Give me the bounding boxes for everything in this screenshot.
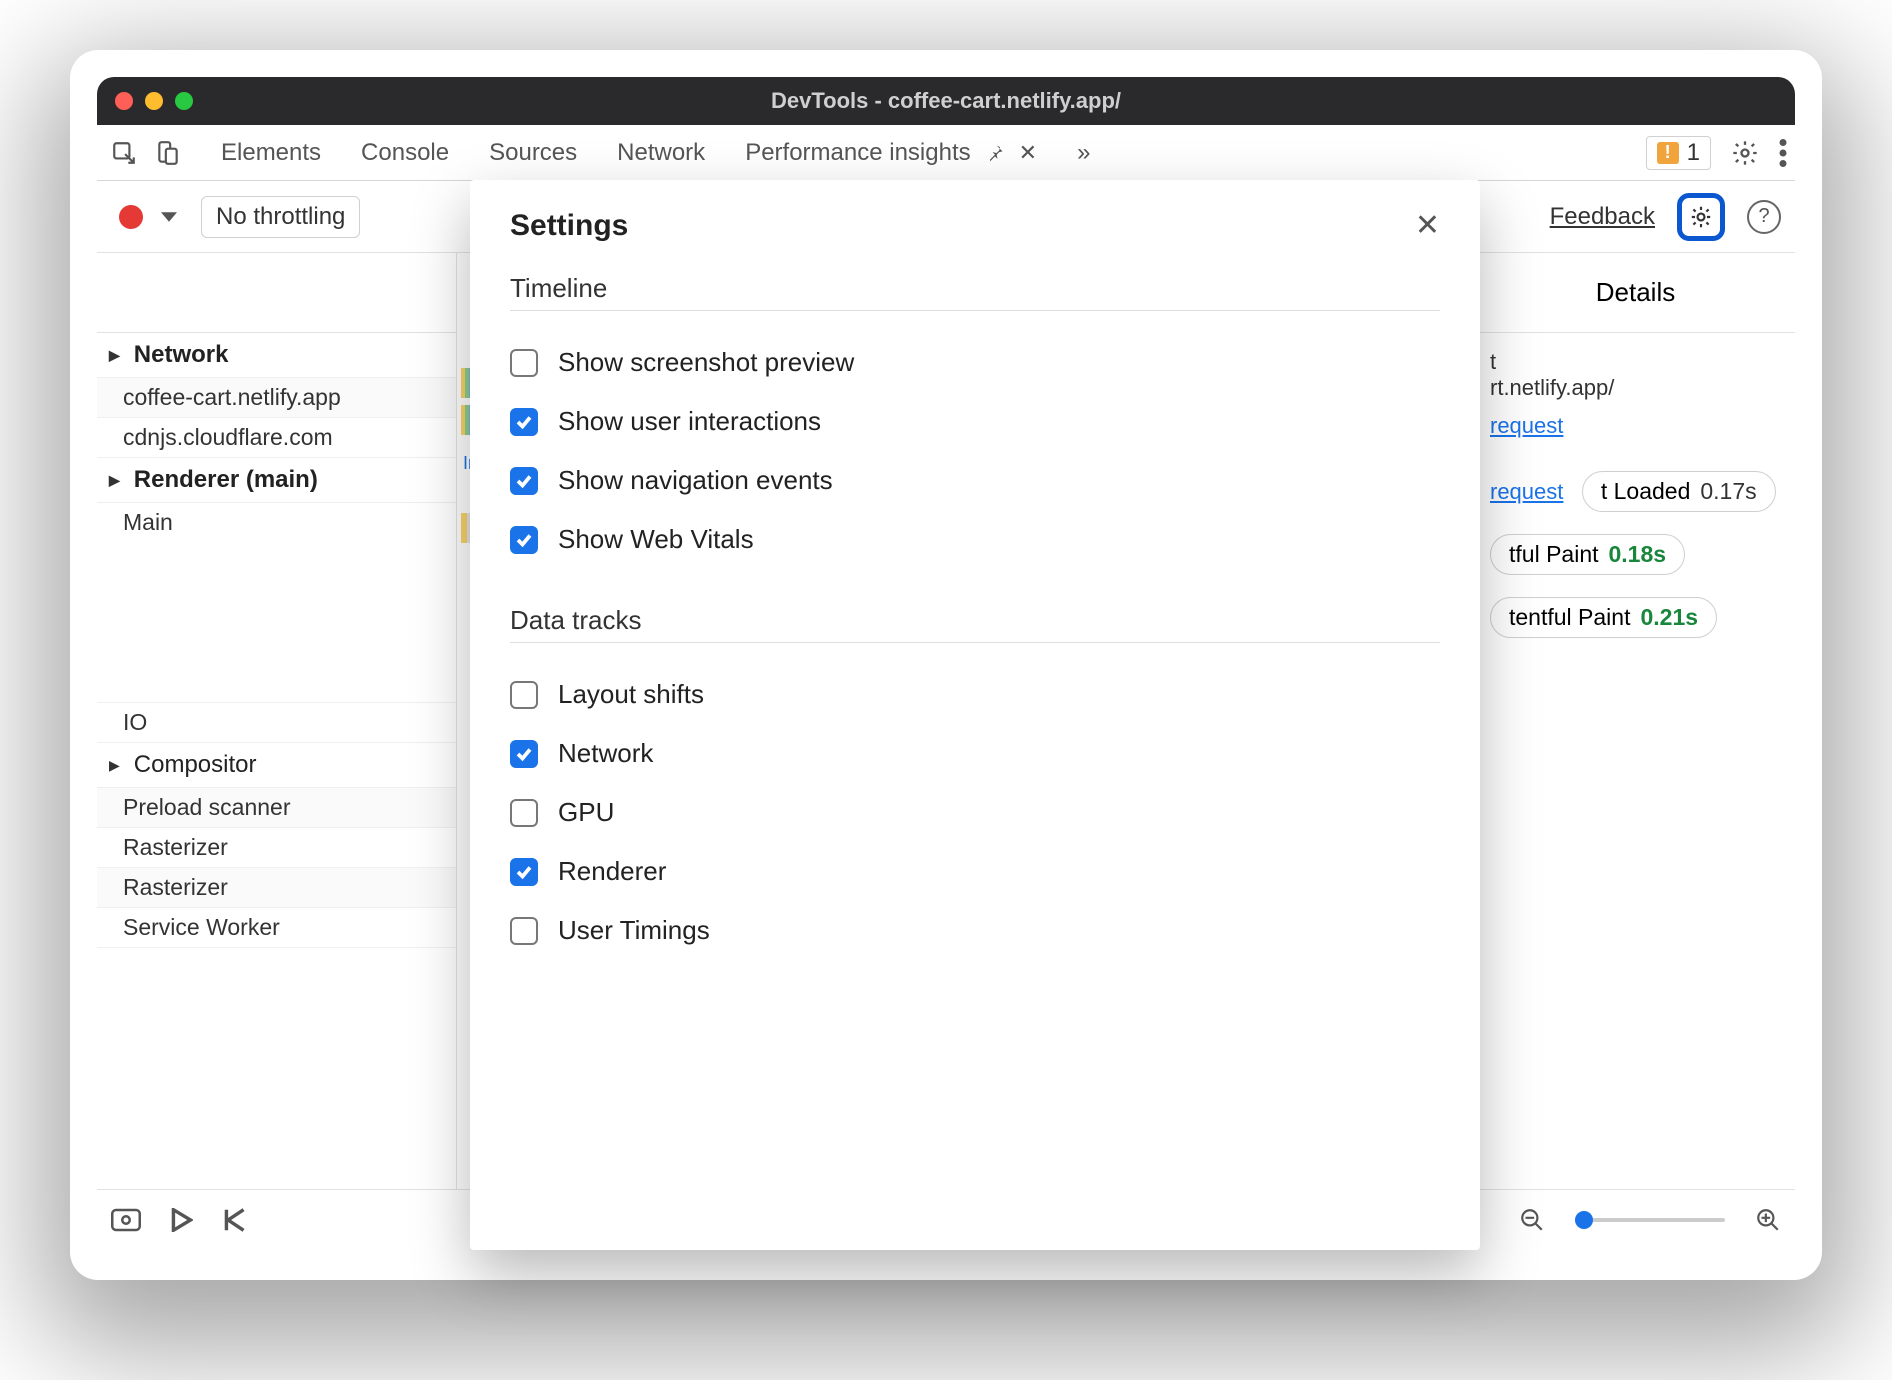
more-icon[interactable]	[1779, 139, 1787, 167]
setting-web-vitals[interactable]: Show Web Vitals	[510, 510, 1440, 569]
throttling-select[interactable]: No throttling	[201, 196, 360, 238]
divider	[510, 642, 1440, 643]
track-row-preload[interactable]: Preload scanner	[97, 788, 456, 828]
setting-nav-events[interactable]: Show navigation events	[510, 451, 1440, 510]
details-host-frag1: t	[1490, 349, 1496, 375]
record-button[interactable]	[119, 205, 143, 229]
settings-title: Settings	[510, 209, 628, 243]
setting-user-timings[interactable]: User Timings	[510, 901, 1440, 960]
checkbox-interactions[interactable]	[510, 408, 538, 436]
details-request-link-2[interactable]: request	[1490, 479, 1563, 505]
metric-pill-fp[interactable]: tful Paint 0.18s	[1490, 534, 1685, 575]
metric-pill-cp[interactable]: tentful Paint 0.21s	[1490, 597, 1717, 638]
tab-network[interactable]: Network	[617, 139, 705, 167]
devtools-settings-icon[interactable]	[1731, 139, 1759, 167]
feedback-link[interactable]: Feedback	[1550, 203, 1655, 231]
window-titlebar: DevTools - coffee-cart.netlify.app/	[97, 77, 1795, 125]
window-title: DevTools - coffee-cart.netlify.app/	[771, 88, 1121, 114]
warning-icon: !	[1657, 142, 1679, 164]
track-row-io[interactable]: IO	[97, 703, 456, 743]
setting-renderer[interactable]: Renderer	[510, 842, 1440, 901]
section-datatracks: Data tracks	[510, 605, 1440, 636]
track-renderer-header[interactable]: Renderer (main)	[97, 458, 456, 503]
track-row-compositor[interactable]: Compositor	[97, 743, 456, 788]
panel-settings-button[interactable]	[1677, 193, 1725, 241]
zoom-slider[interactable]	[1575, 1218, 1725, 1222]
checkbox-network[interactable]	[510, 740, 538, 768]
setting-layout-shifts[interactable]: Layout shifts	[510, 665, 1440, 724]
track-row-raster1[interactable]: Rasterizer	[97, 828, 456, 868]
track-row-raster2[interactable]: Rasterizer	[97, 868, 456, 908]
setting-screenshot-preview[interactable]: Show screenshot preview	[510, 333, 1440, 392]
help-button[interactable]: ?	[1747, 200, 1781, 234]
issues-badge[interactable]: ! 1	[1646, 136, 1711, 170]
minimize-window-button[interactable]	[145, 92, 163, 110]
maximize-window-button[interactable]	[175, 92, 193, 110]
track-row-host2[interactable]: cdnjs.cloudflare.com	[97, 418, 456, 458]
checkbox-nav[interactable]	[510, 467, 538, 495]
play-icon[interactable]	[171, 1208, 193, 1232]
checkbox-vitals[interactable]	[510, 526, 538, 554]
divider	[510, 310, 1440, 311]
settings-close-icon[interactable]: ✕	[1415, 208, 1440, 243]
details-host-frag2: rt.netlify.app/	[1490, 375, 1614, 401]
track-row-main[interactable]: Main	[97, 503, 456, 703]
device-toggle-icon[interactable]	[155, 140, 181, 166]
checkbox-layout[interactable]	[510, 681, 538, 709]
jump-start-icon[interactable]	[223, 1208, 247, 1232]
tab-console[interactable]: Console	[361, 139, 449, 167]
close-tab-icon[interactable]: ✕	[1019, 140, 1037, 166]
record-menu-caret[interactable]	[161, 209, 177, 225]
setting-gpu[interactable]: GPU	[510, 783, 1440, 842]
details-request-link-1[interactable]: request	[1490, 413, 1563, 439]
inspect-icon[interactable]	[111, 140, 137, 166]
screenshot-toggle-icon[interactable]	[111, 1208, 141, 1232]
details-header: Details	[1476, 253, 1795, 333]
window-controls	[115, 92, 193, 110]
metric-pill-loaded[interactable]: t Loaded 0.17s	[1582, 471, 1776, 512]
tab-elements[interactable]: Elements	[221, 139, 321, 167]
track-row-sw[interactable]: Service Worker	[97, 908, 456, 948]
zoom-out-icon[interactable]	[1519, 1207, 1545, 1233]
timeline-ruler	[97, 253, 456, 333]
checkbox-gpu[interactable]	[510, 799, 538, 827]
settings-panel: Settings ✕ Timeline Show screenshot prev…	[470, 180, 1480, 1250]
track-network-header[interactable]: Network	[97, 333, 456, 378]
tab-sources[interactable]: Sources	[489, 139, 577, 167]
track-labels: Network coffee-cart.netlify.app cdnjs.cl…	[97, 253, 457, 1189]
close-window-button[interactable]	[115, 92, 133, 110]
issues-count: 1	[1687, 139, 1700, 167]
pin-icon	[985, 143, 1005, 163]
checkbox-usertimings[interactable]	[510, 917, 538, 945]
checkbox-renderer[interactable]	[510, 858, 538, 886]
tab-performance-insights[interactable]: Performance insights ✕	[745, 139, 1037, 167]
section-timeline: Timeline	[510, 273, 1440, 304]
details-pane: Details t rt.netlify.app/ request reques…	[1475, 253, 1795, 1189]
zoom-slider-thumb[interactable]	[1575, 1211, 1593, 1229]
tabs-overflow-icon[interactable]: »	[1077, 139, 1090, 167]
checkbox-screenshot[interactable]	[510, 349, 538, 377]
zoom-in-icon[interactable]	[1755, 1207, 1781, 1233]
devtools-tabstrip: Elements Console Sources Network Perform…	[97, 125, 1795, 181]
track-row-host1[interactable]: coffee-cart.netlify.app	[97, 378, 456, 418]
setting-network-track[interactable]: Network	[510, 724, 1440, 783]
setting-user-interactions[interactable]: Show user interactions	[510, 392, 1440, 451]
